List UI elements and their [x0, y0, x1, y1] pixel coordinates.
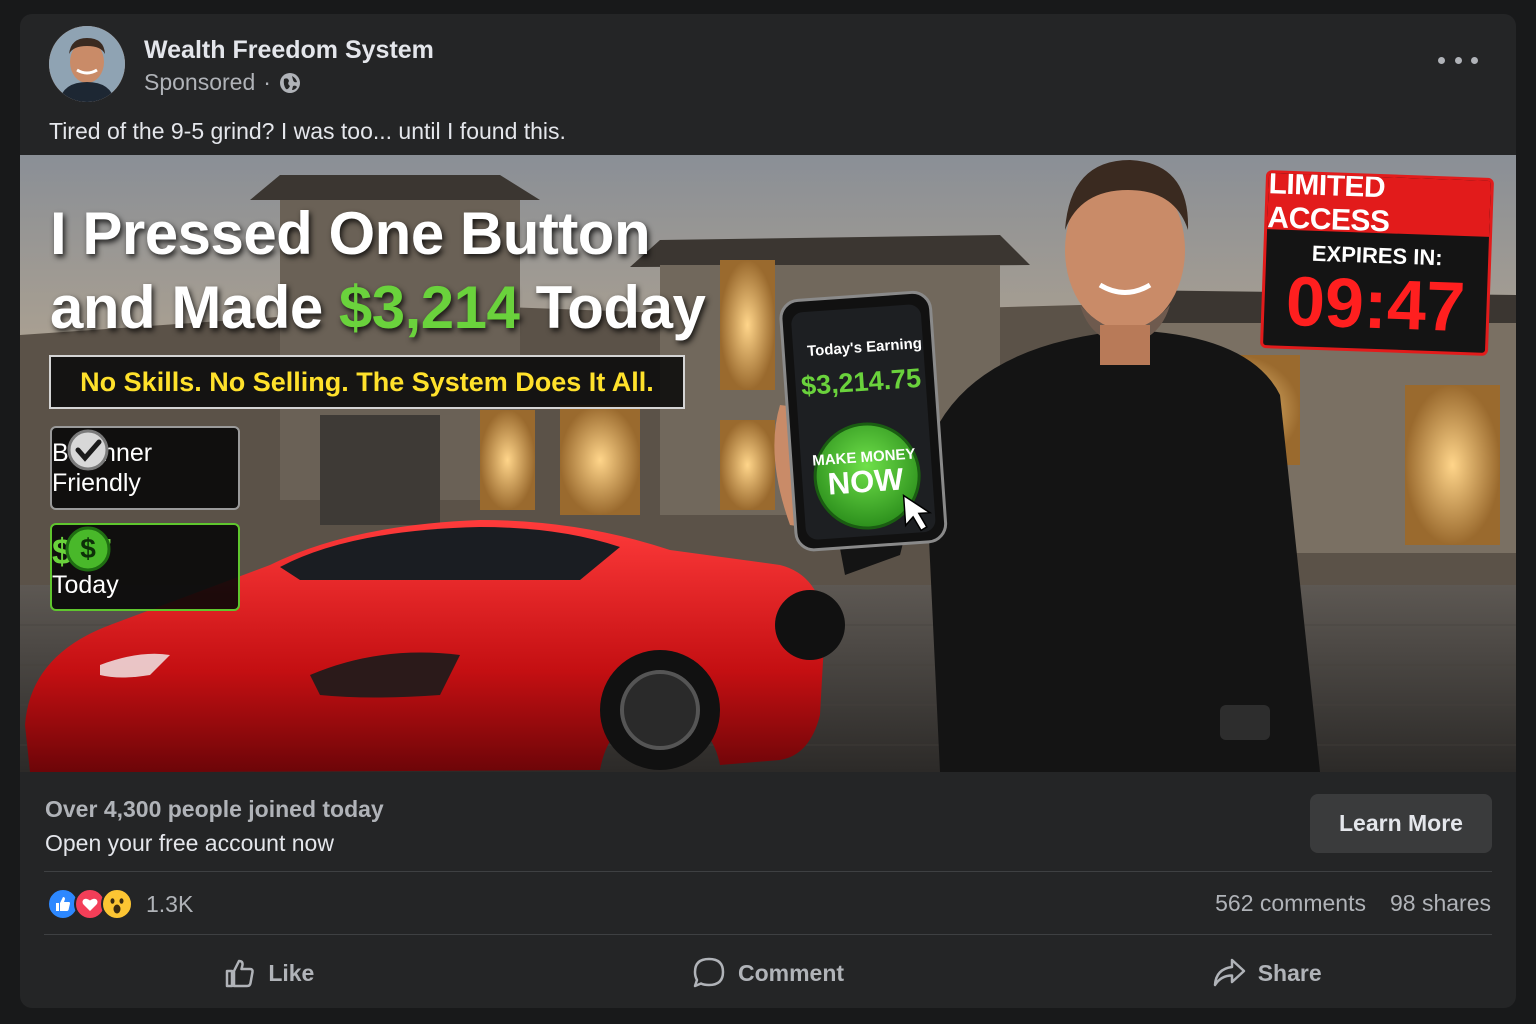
cta-headline: Over 4,300 people joined today [45, 796, 384, 822]
beginner-line-2: Friendly [52, 469, 141, 497]
divider [44, 871, 1492, 872]
comment-button[interactable]: Comment [519, 938, 1018, 1008]
divider [44, 934, 1492, 935]
svg-text:$: $ [80, 533, 96, 564]
globe-icon [279, 72, 300, 93]
learn-more-button[interactable]: Learn More [1310, 794, 1492, 853]
reaction-count: 1.3K [146, 890, 194, 917]
subheadline-box: No Skills. No Selling. The System Does I… [49, 355, 685, 409]
engagement-stats: 1.3K 562 comments 98 shares [20, 874, 1516, 934]
price-label: Today [52, 571, 119, 599]
cta-bar: Over 4,300 people joined today Open your… [20, 772, 1516, 872]
post-caption: Tired of the 9-5 grind? I was too... unt… [49, 118, 566, 144]
wow-reaction-icon [101, 888, 133, 920]
page-name[interactable]: Wealth Freedom System [144, 36, 434, 65]
check-icon [67, 429, 109, 471]
sponsored-label: Sponsored · [144, 69, 301, 96]
comment-share-counts: 562 comments 98 shares [1215, 890, 1491, 917]
phone-make-money-button[interactable]: MAKE MONEY NOW [810, 445, 919, 501]
share-icon [1213, 958, 1245, 987]
more-icon[interactable] [1438, 47, 1478, 73]
headline-line-1: I Pressed One Button [50, 200, 651, 267]
phone-button-line-2: NOW [826, 461, 905, 502]
post-actions: Like Comment Share [20, 938, 1516, 1008]
headline-line-2: and Made $3,214 Today [50, 271, 706, 345]
ad-post-card: Wealth Freedom System Sponsored · Tired … [20, 14, 1516, 1008]
dollar-icon: $ [65, 526, 111, 572]
avatar[interactable] [49, 26, 125, 102]
price-badge: $ $67 Today [50, 523, 240, 611]
beginner-badge: Beginner Friendly [50, 426, 240, 510]
ad-creative[interactable]: I Pressed One Button and Made $3,214 Tod… [20, 155, 1516, 772]
cta-description: Open your free account now [45, 830, 334, 856]
like-button[interactable]: Like [20, 938, 519, 1008]
share-label: Share [1257, 959, 1322, 986]
countdown-timer: 09:47 [1284, 261, 1467, 347]
ad-headline: I Pressed One Button and Made $3,214 Tod… [50, 197, 706, 345]
post-header: Wealth Freedom System Sponsored · [20, 14, 1516, 114]
limited-access-title: LIMITED ACCESS [1267, 170, 1491, 238]
comment-label: Comment [737, 959, 845, 986]
share-count[interactable]: 98 shares [1390, 890, 1491, 917]
share-button[interactable]: Share [1017, 938, 1516, 1008]
comment-icon [693, 957, 725, 988]
thumbs-up-icon [226, 959, 255, 988]
headline-suffix: Today [519, 274, 706, 341]
separator: · [263, 69, 271, 95]
limited-access-timer: LIMITED ACCESS EXPIRES IN: 09:47 [1259, 170, 1495, 356]
headline-amount: $3,214 [338, 274, 520, 341]
sponsored-text: Sponsored [144, 69, 256, 95]
headline-prefix: and Made [50, 274, 339, 341]
reactions-summary[interactable]: 1.3K [47, 888, 193, 920]
like-label: Like [268, 959, 315, 986]
comment-count[interactable]: 562 comments [1215, 890, 1366, 917]
